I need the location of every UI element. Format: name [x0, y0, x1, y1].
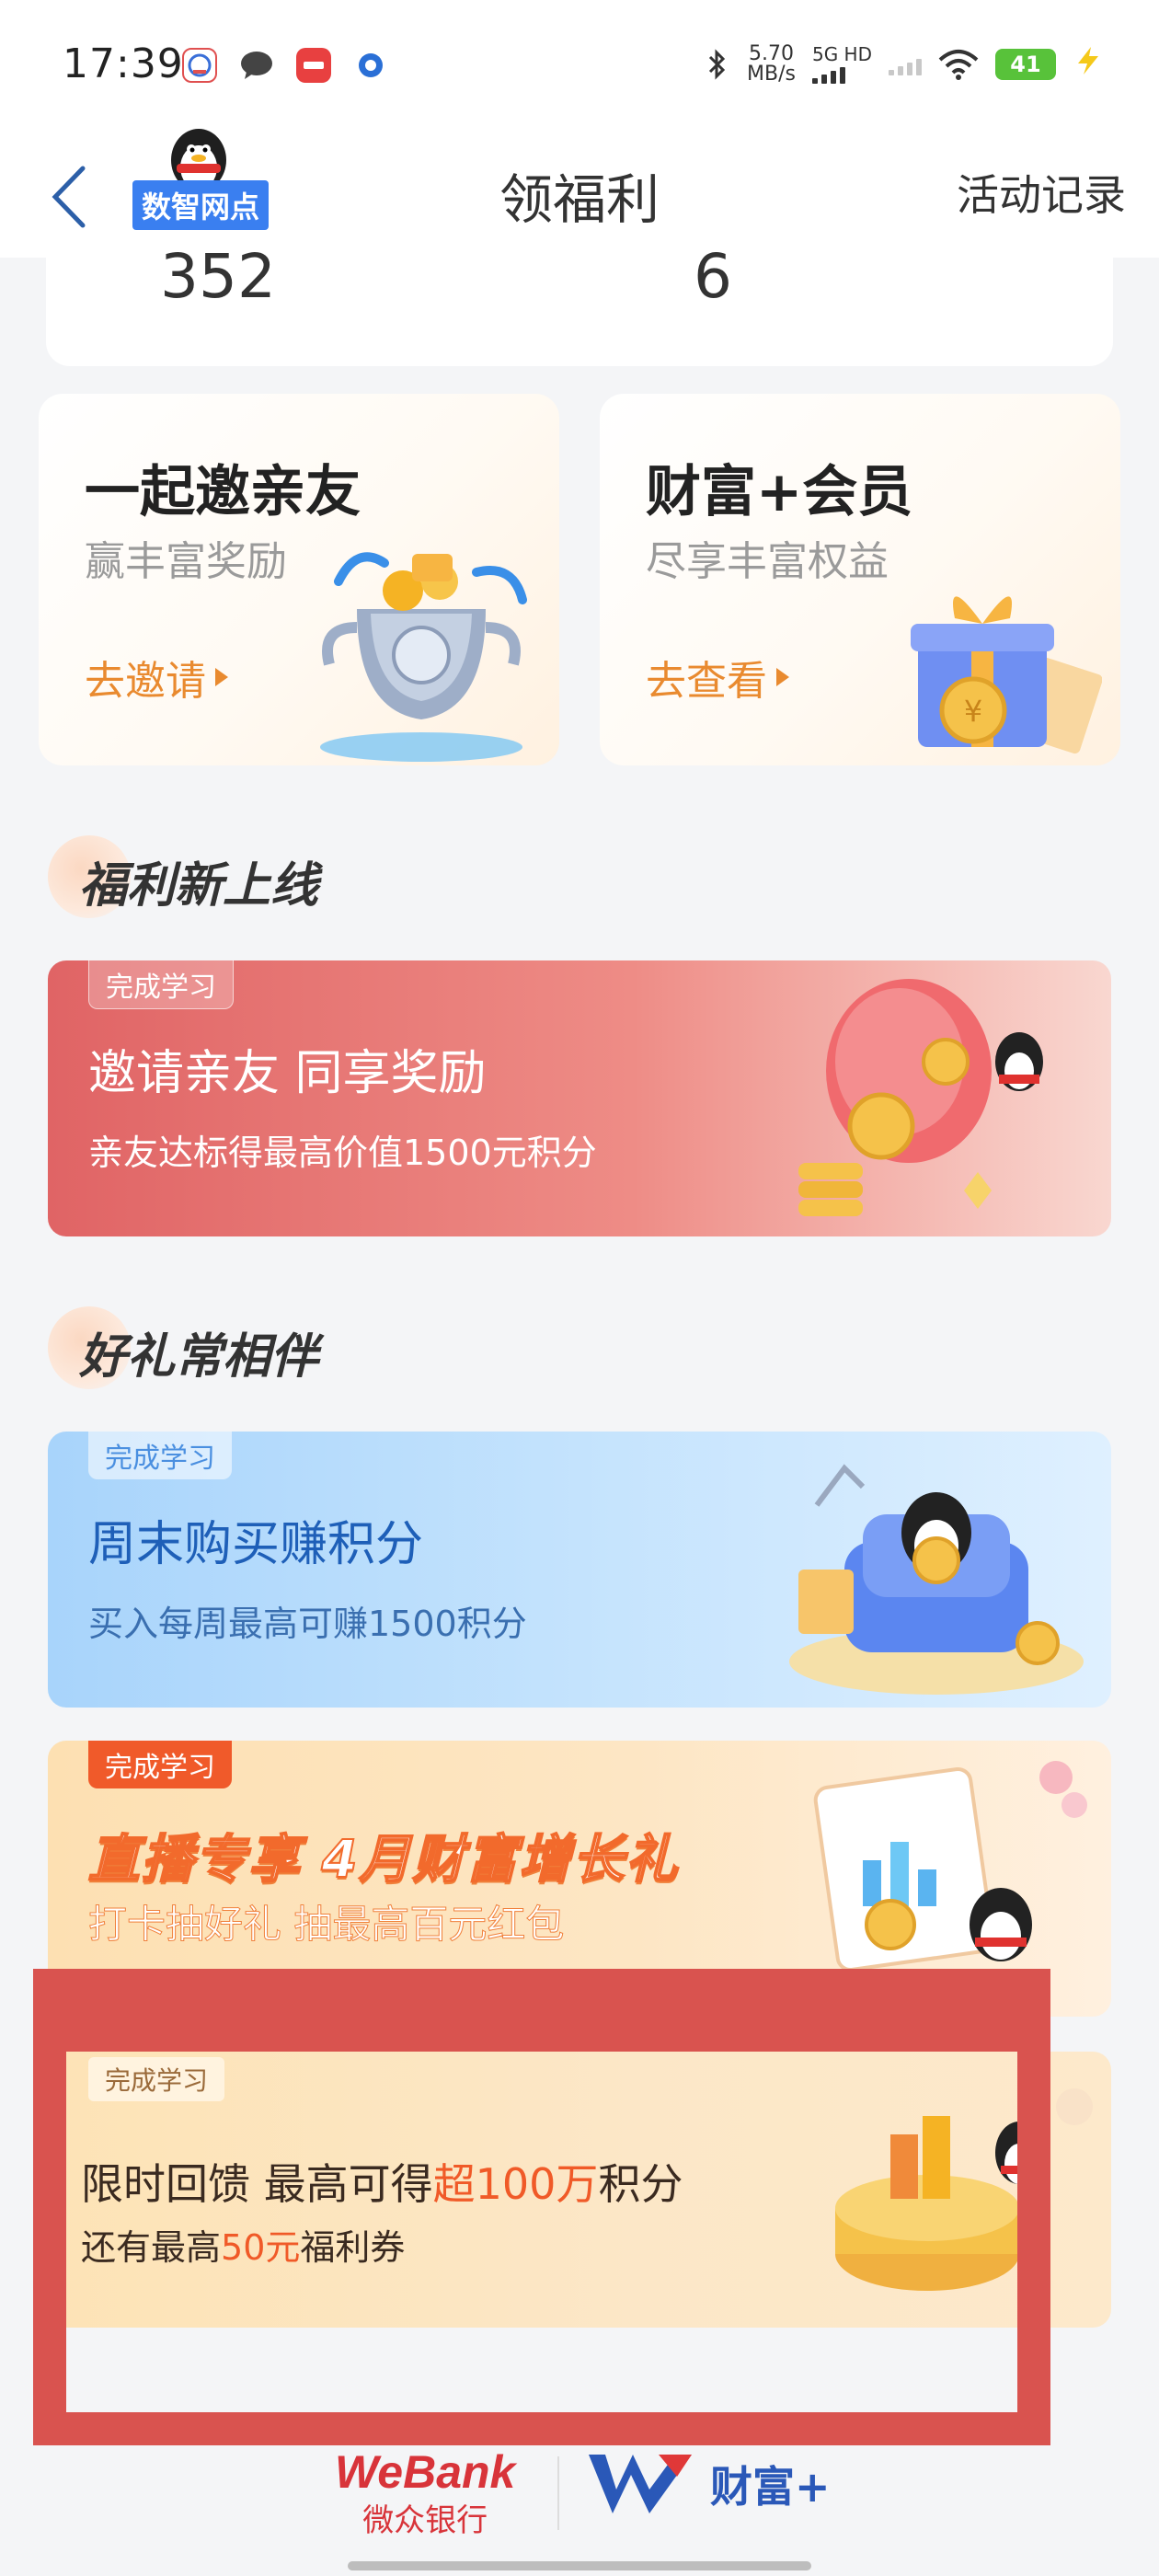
chat-icon — [239, 48, 274, 83]
invite-card-subtitle: 赢丰富奖励 — [85, 538, 287, 585]
arrow-right-icon — [776, 668, 789, 686]
browser-icon — [353, 48, 388, 83]
banner-subtitle: 买入每周最高可赚1500积分 — [88, 1604, 527, 1644]
banner-subtitle: 打卡抽好礼 抽最高百元红包 — [87, 1902, 565, 1948]
invite-friends-banner[interactable]: 完成学习 邀请亲友 同享奖励 亲友达标得最高价值1500元积分 — [48, 960, 1111, 1236]
invite-friends-card[interactable]: 一起邀亲友 赢丰富奖励 去邀请 — [39, 394, 559, 765]
wealth-plus-logo: 财富+ — [585, 2449, 831, 2519]
bluetooth-icon — [708, 49, 726, 80]
section-title-new-benefits: 福利新上线 — [48, 835, 318, 918]
wealth-membership-card[interactable]: 财富+会员 尽享丰富权益 去查看 ¥ — [600, 394, 1120, 765]
miniapp-icon — [296, 48, 331, 83]
arrow-right-icon — [215, 668, 228, 686]
gold-podium-icon — [835, 2088, 1093, 2291]
highlight-overlay-top — [66, 2002, 1017, 2052]
membership-card-subtitle: 尽享丰富权益 — [646, 538, 889, 585]
cellular-signal: 5G HD — [811, 45, 872, 84]
banner-subtitle: 还有最高50元福利券 — [81, 2227, 406, 2268]
live-stream-banner[interactable]: 完成学习 直播专享 4月财富增长礼 打卡抽好礼 抽最高百元红包 — [48, 1741, 1111, 2017]
svg-text:¥: ¥ — [964, 694, 982, 729]
banner-title: 周末购买赚积分 — [88, 1517, 424, 1572]
battery-indicator: 41 — [995, 49, 1056, 80]
back-button[interactable] — [33, 160, 107, 234]
invite-link-label: 去邀请 — [85, 658, 206, 705]
weibank-icon — [182, 48, 217, 83]
section-title-gifts: 好礼常相伴 — [48, 1306, 318, 1389]
webank-logo: WeBank 微众银行 — [335, 2445, 515, 2540]
webank-logo-en: WeBank — [335, 2446, 516, 2498]
invite-link[interactable]: 去邀请 — [85, 648, 228, 707]
webank-logo-cn: 微众银行 — [362, 2502, 488, 2539]
penguin-sofa-icon — [789, 1464, 1084, 1695]
stat-points-value[interactable]: 352 — [160, 241, 276, 312]
banner-subtitle: 亲友达标得最高价值1500元积分 — [88, 1133, 597, 1173]
status-right: 5.70 MB/s 5G HD 41 — [705, 44, 1104, 85]
status-time: 17:39 — [63, 40, 184, 87]
wealth-w-logo-icon — [589, 2455, 692, 2513]
activity-record-link[interactable]: 活动记录 — [957, 162, 1126, 223]
banner-tag: 完成学习 — [88, 2057, 225, 2101]
red-envelope-penguin-icon — [798, 979, 1043, 1216]
branch-logo-label: 数智网点 — [132, 180, 270, 230]
stats-card: 352 6 — [46, 230, 1113, 366]
wealth-plus-label: 财富+ — [710, 2462, 831, 2512]
footer-brand: WeBank 微众银行 财富+ — [0, 2429, 1159, 2539]
banner-tag: 完成学习 — [88, 1741, 232, 1788]
wifi-icon — [938, 50, 979, 80]
banner-tag: 完成学习 — [88, 960, 234, 1009]
banner-title: 限时回馈 最高可得超100万积分 — [81, 2159, 683, 2209]
view-link[interactable]: 去查看 — [646, 648, 789, 707]
limited-time-feedback-banner[interactable]: 完成学习 限时回馈 最高可得超100万积分 还有最高50元福利券 — [48, 2052, 1111, 2328]
banner-title: 邀请亲友 同享奖励 — [88, 1046, 487, 1101]
trophy-icon — [320, 552, 527, 762]
banner-tag: 完成学习 — [88, 1432, 232, 1479]
signal-bars-secondary — [889, 53, 922, 75]
chevron-left-icon — [52, 166, 86, 228]
view-link-label: 去查看 — [646, 658, 767, 705]
banner-title: 直播专享 4月财富增长礼 — [87, 1829, 680, 1891]
stat-coupons-value[interactable]: 6 — [694, 241, 732, 312]
net-speed: 5.70 MB/s — [747, 42, 796, 86]
status-app-icons — [182, 48, 388, 83]
home-indicator[interactable] — [348, 2561, 811, 2570]
charging-icon — [1073, 45, 1104, 85]
membership-card-title: 财富+会员 — [646, 460, 913, 524]
invite-card-title: 一起邀亲友 — [85, 460, 361, 524]
weekend-points-banner[interactable]: 完成学习 周末购买赚积分 买入每周最高可赚1500积分 — [48, 1432, 1111, 1708]
footer-divider — [557, 2456, 559, 2530]
gift-box-icon: ¥ — [911, 596, 1102, 754]
calendar-penguin-icon — [813, 1761, 1087, 1972]
